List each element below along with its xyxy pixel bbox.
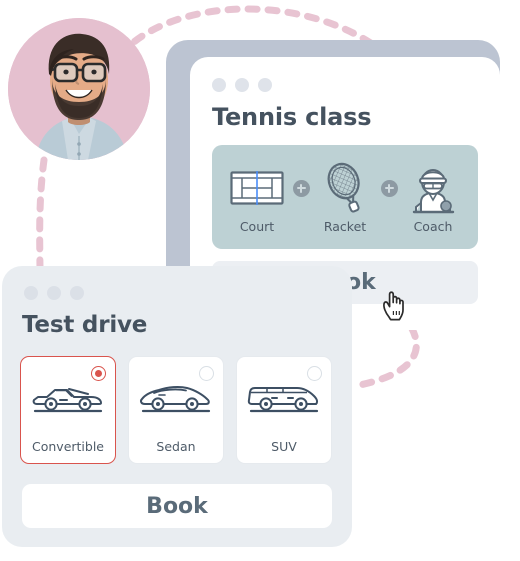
- tennis-court-icon: [230, 160, 284, 216]
- plus-icon: [380, 179, 398, 197]
- scene-root: Tennis class Court Racket Coach Test dri…: [0, 0, 520, 561]
- window-dots: [24, 286, 84, 300]
- hand-pointer-cursor: [381, 290, 407, 326]
- car-option-sedan[interactable]: Sedan: [128, 356, 224, 464]
- test-drive-card: Test drive Convertible Sedan SUV Book: [2, 266, 352, 547]
- car-option-label: Convertible: [32, 439, 104, 454]
- car-option-label: SUV: [271, 439, 297, 454]
- tennis-coach-icon: [407, 160, 459, 216]
- tennis-item-label: Court: [239, 219, 275, 234]
- radio-unselected-icon[interactable]: [199, 366, 214, 381]
- window-dot-3: [258, 78, 272, 92]
- tennis-racket-icon: [322, 160, 368, 216]
- tennis-card-title: Tennis class: [212, 103, 372, 131]
- radio-unselected-icon[interactable]: [307, 366, 322, 381]
- window-dot-3: [70, 286, 84, 300]
- tennis-item-racket[interactable]: Racket: [312, 160, 378, 234]
- window-dot-1: [212, 78, 226, 92]
- window-dots: [212, 78, 272, 92]
- tennis-item-label: Coach: [413, 219, 453, 234]
- car-option-convertible[interactable]: Convertible: [20, 356, 116, 464]
- car-option-label: Sedan: [156, 439, 196, 454]
- tennis-items-panel: Court Racket Coach: [212, 145, 478, 249]
- radio-selected-icon[interactable]: [91, 366, 106, 381]
- window-dot-1: [24, 286, 38, 300]
- test-drive-book-button[interactable]: Book: [22, 484, 332, 528]
- window-dot-2: [235, 78, 249, 92]
- test-drive-title: Test drive: [22, 312, 148, 338]
- tennis-item-coach[interactable]: Coach: [400, 160, 466, 234]
- car-options-group: Convertible Sedan SUV: [20, 356, 332, 464]
- tennis-item-court[interactable]: Court: [224, 160, 290, 234]
- window-dot-2: [47, 286, 61, 300]
- car-option-suv[interactable]: SUV: [236, 356, 332, 464]
- plus-icon: [292, 179, 310, 197]
- user-avatar: [8, 18, 150, 160]
- tennis-item-label: Racket: [323, 219, 367, 234]
